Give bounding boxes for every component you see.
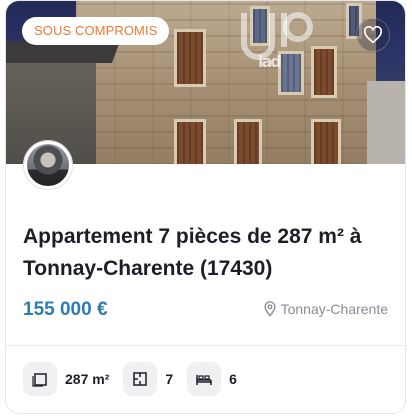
- agent-avatar[interactable]: [24, 141, 72, 189]
- heart-icon: [363, 26, 383, 44]
- surface-value: 287 m²: [65, 371, 110, 387]
- divider: [6, 345, 405, 346]
- location-label: Tonnay-Charente: [280, 301, 388, 317]
- listing-location: Tonnay-Charente: [263, 301, 388, 317]
- features-row: 287 m² 7 6: [23, 362, 251, 396]
- neighbor-house-right: [367, 81, 405, 164]
- bedroom-icon: [187, 362, 222, 396]
- rooms-value: 7: [165, 371, 174, 387]
- bedrooms-value: 6: [229, 371, 237, 387]
- favorite-button[interactable]: [356, 18, 390, 52]
- feature-bedrooms: 6: [187, 362, 237, 396]
- surface-area-icon: [23, 362, 57, 396]
- feature-surface: 287 m²: [23, 362, 109, 396]
- window-shutter: [174, 29, 206, 87]
- rooms-icon: [123, 362, 158, 396]
- iad-logo-icon: iad: [241, 12, 313, 71]
- window-shutter: [174, 119, 206, 164]
- listing-title[interactable]: Appartement 7 pièces de 287 m² à Tonnay-…: [23, 221, 393, 285]
- status-badge: SOUS COMPROMIS: [22, 17, 170, 45]
- iad-watermark: iad: [238, 7, 318, 79]
- feature-rooms: 7: [123, 362, 173, 396]
- window-shutter: [234, 119, 262, 164]
- listing-photo[interactable]: iad SOUS COMPROMIS: [6, 1, 405, 164]
- svg-text:iad: iad: [258, 52, 281, 69]
- listing-card[interactable]: iad SOUS COMPROMIS Appartement 7 pièces …: [5, 0, 406, 414]
- window-shutter: [311, 119, 341, 164]
- location-pin-icon: [264, 301, 276, 317]
- listing-price: 155 000 €: [23, 299, 108, 320]
